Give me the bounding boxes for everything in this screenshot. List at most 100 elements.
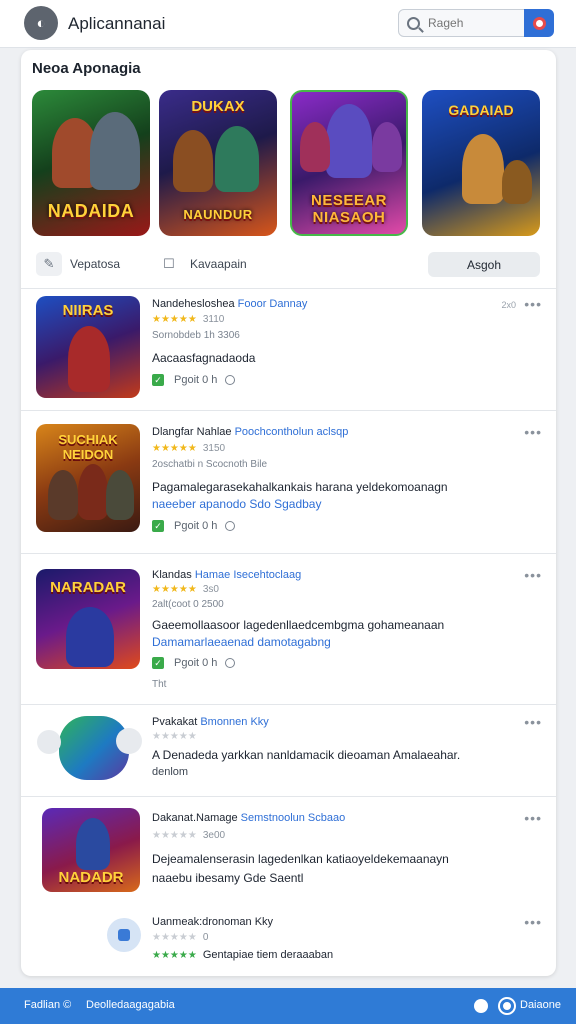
gamepad-right-button-icon [116, 728, 142, 754]
item-title-text: Klandas [152, 569, 192, 581]
clock-icon [225, 521, 236, 531]
rating-value: 3s0 [202, 584, 219, 595]
item-title[interactable]: Dlangfar Nahlae Poochcontholun aclsqp [152, 426, 348, 438]
item-description: Pagamalegarasekahalkankais harana yeldek… [152, 480, 448, 494]
asgoh-button[interactable]: Asgoh [428, 252, 540, 277]
list-item[interactable]: NADADR Dakanat.Namage Semstnoolun Scbaao… [21, 802, 556, 902]
hero-figure [78, 464, 108, 520]
hero-figure [300, 122, 330, 172]
featured-card-top-title: GADAIAD [448, 102, 514, 118]
divider [21, 704, 556, 705]
chat-icon[interactable] [474, 999, 488, 1013]
search-submit-button[interactable] [524, 9, 554, 37]
hero-figure [502, 160, 532, 204]
featured-card-4[interactable]: GADAIAD [422, 90, 540, 236]
gamepad-left-button-icon [37, 730, 61, 754]
item-description-link[interactable]: naeeber apanodo Sdo Sgadbay [152, 497, 321, 511]
item-description: Gaeemollaasoor lagedenllaedcembgma goham… [152, 618, 445, 632]
bottom-link-3[interactable]: Daiaone [520, 999, 561, 1011]
item-description: A Denadeda yarkkan nanldamacik dieoaman … [152, 748, 461, 762]
stars: ★★★★★ [152, 731, 197, 742]
game-thumbnail[interactable]: NADADR [42, 808, 140, 892]
item-footer-text: Pgoit 0 h [174, 520, 218, 532]
item-meta: 2alt(coot 0 2500 [152, 599, 224, 610]
item-title[interactable]: Klandas Hamae Isecehtoclaag [152, 569, 301, 581]
featured-card-1[interactable]: NADAIDA [32, 90, 150, 236]
item-footer: ★★★★★ Gentapiae tiem deraaaban [152, 949, 333, 961]
item-title[interactable]: Pvakakat Bmonnen Kky [152, 716, 269, 728]
rating-value: 0 [202, 932, 209, 943]
list-item[interactable]: Pvakakat Bmonnen Kky ••• ★★★★★ A Denaded… [21, 710, 556, 796]
item-description-link[interactable]: Damamarlaeaenad damotagabng [152, 635, 331, 649]
rating-value: 3e00 [202, 830, 226, 841]
hero-figure [66, 607, 114, 667]
list-item[interactable]: NIIRAS Nandehesloshea Fooor Dannay 2x0 •… [21, 294, 556, 410]
search-icon [407, 16, 420, 30]
featured-card-3[interactable]: NESEEAR NIASAOH [290, 90, 408, 236]
item-footer-text: Pgoit 0 h [174, 657, 218, 669]
filter-tabs: ✎ Vepatosa ☐ Kavaapain Asgoh [32, 250, 545, 278]
item-footer-text: Pgoit 0 h [174, 374, 218, 386]
item-title[interactable]: Dakanat.Namage Semstnoolun Scbaao [152, 812, 345, 824]
status-dot-icon [500, 999, 514, 1013]
more-options-icon[interactable]: ••• [524, 424, 542, 440]
item-meta: 2oschatbi n Scocnoth Bile [152, 459, 268, 470]
divider [21, 796, 556, 797]
item-title[interactable]: Uanmeak:dronoman Kky [152, 916, 273, 928]
item-title-text: Uanmeak:dronoman Kky [152, 916, 274, 928]
item-title-accent: Semstnoolun Scbaao [240, 812, 346, 824]
more-options-icon[interactable]: ••• [524, 914, 542, 930]
item-footer: ✓ Pgoit 0 h [152, 657, 236, 669]
stars: ★★★★★ [152, 932, 197, 943]
item-title[interactable]: Nandehesloshea Fooor Dannay [152, 298, 307, 310]
hero-figure [372, 122, 402, 172]
item-description-2: naaebu ibesamy Gde Saentl [152, 871, 304, 885]
featured-card-2[interactable]: DUKAX NAUNDUR [159, 90, 277, 236]
bottom-link-2[interactable]: Deolledaagagabia [86, 999, 175, 1011]
game-thumbnail[interactable]: NIIRAS [36, 296, 140, 398]
more-options-icon[interactable]: ••• [524, 567, 542, 583]
item-title-text: Pvakakat [152, 716, 198, 728]
list-item[interactable]: SUCHIAK NEIDON Dlangfar Nahlae Poochcont… [21, 416, 556, 552]
featured-card-title: NADAIDA [47, 201, 135, 221]
tab-kavaapain[interactable]: ☐ Kavaapain [156, 250, 247, 278]
more-options-icon[interactable]: ••• [524, 714, 542, 730]
item-title-accent: Poochcontholun aclsqp [234, 426, 349, 438]
hero-figure [76, 818, 110, 870]
item-description: Dejeamalenserasin lagedenlkan katiaoyeld… [152, 852, 449, 866]
list-item[interactable]: Uanmeak:dronoman Kky ••• ★★★★★ 0 ★★★★★ Ge… [21, 904, 556, 970]
rating-stars: ★★★★★ 0 [152, 932, 208, 943]
rating-stars: ★★★★★ [152, 731, 197, 742]
list-item[interactable]: NARADAR Klandas Hamae Isecehtoclaag ••• … [21, 559, 556, 704]
tab-label: Kavaapain [190, 257, 247, 271]
item-footer: ✓ Pgoit 0 h [152, 374, 236, 386]
search-box[interactable] [398, 9, 528, 37]
clock-icon [225, 658, 236, 668]
game-thumbnail[interactable]: NARADAR [36, 569, 140, 669]
stars: ★★★★★ [152, 314, 197, 325]
divider [21, 288, 556, 289]
game-thumbnail[interactable]: SUCHIAK NEIDON [36, 424, 140, 532]
item-meta: denlom [152, 766, 189, 778]
more-options-icon[interactable]: ••• [524, 810, 542, 826]
search-input[interactable] [428, 16, 518, 30]
divider [21, 410, 556, 411]
thumb-title: NARADAR [50, 579, 126, 596]
section-title: Neoa Aponagia [32, 60, 141, 77]
rating-value: 3150 [202, 443, 226, 454]
bottom-link-1[interactable]: Fadlian © [24, 999, 71, 1011]
tab-vepatosa[interactable]: ✎ Vepatosa [36, 250, 120, 278]
check-icon: ✓ [152, 374, 164, 386]
item-title-accent: Hamae Isecehtoclaag [194, 569, 302, 581]
item-footer-text: Gentapiae tiem deraaaban [202, 949, 334, 961]
stars: ★★★★★ [152, 830, 197, 841]
app-title: Aplicannanai [68, 14, 166, 33]
search-submit-icon [532, 16, 546, 30]
more-options-icon[interactable]: ••• [524, 296, 542, 312]
stars: ★★★★★ [152, 584, 197, 595]
app-header: ◐ Aplicannanai [0, 0, 576, 48]
item-description: Aacaasfagnadaoda [152, 351, 256, 365]
dragon-logo-icon[interactable]: ◐ [24, 6, 58, 40]
app-circle-icon[interactable] [107, 918, 141, 952]
main-card: Neoa Aponagia NADAIDA DUKAX NAUNDUR NESE… [21, 50, 556, 976]
